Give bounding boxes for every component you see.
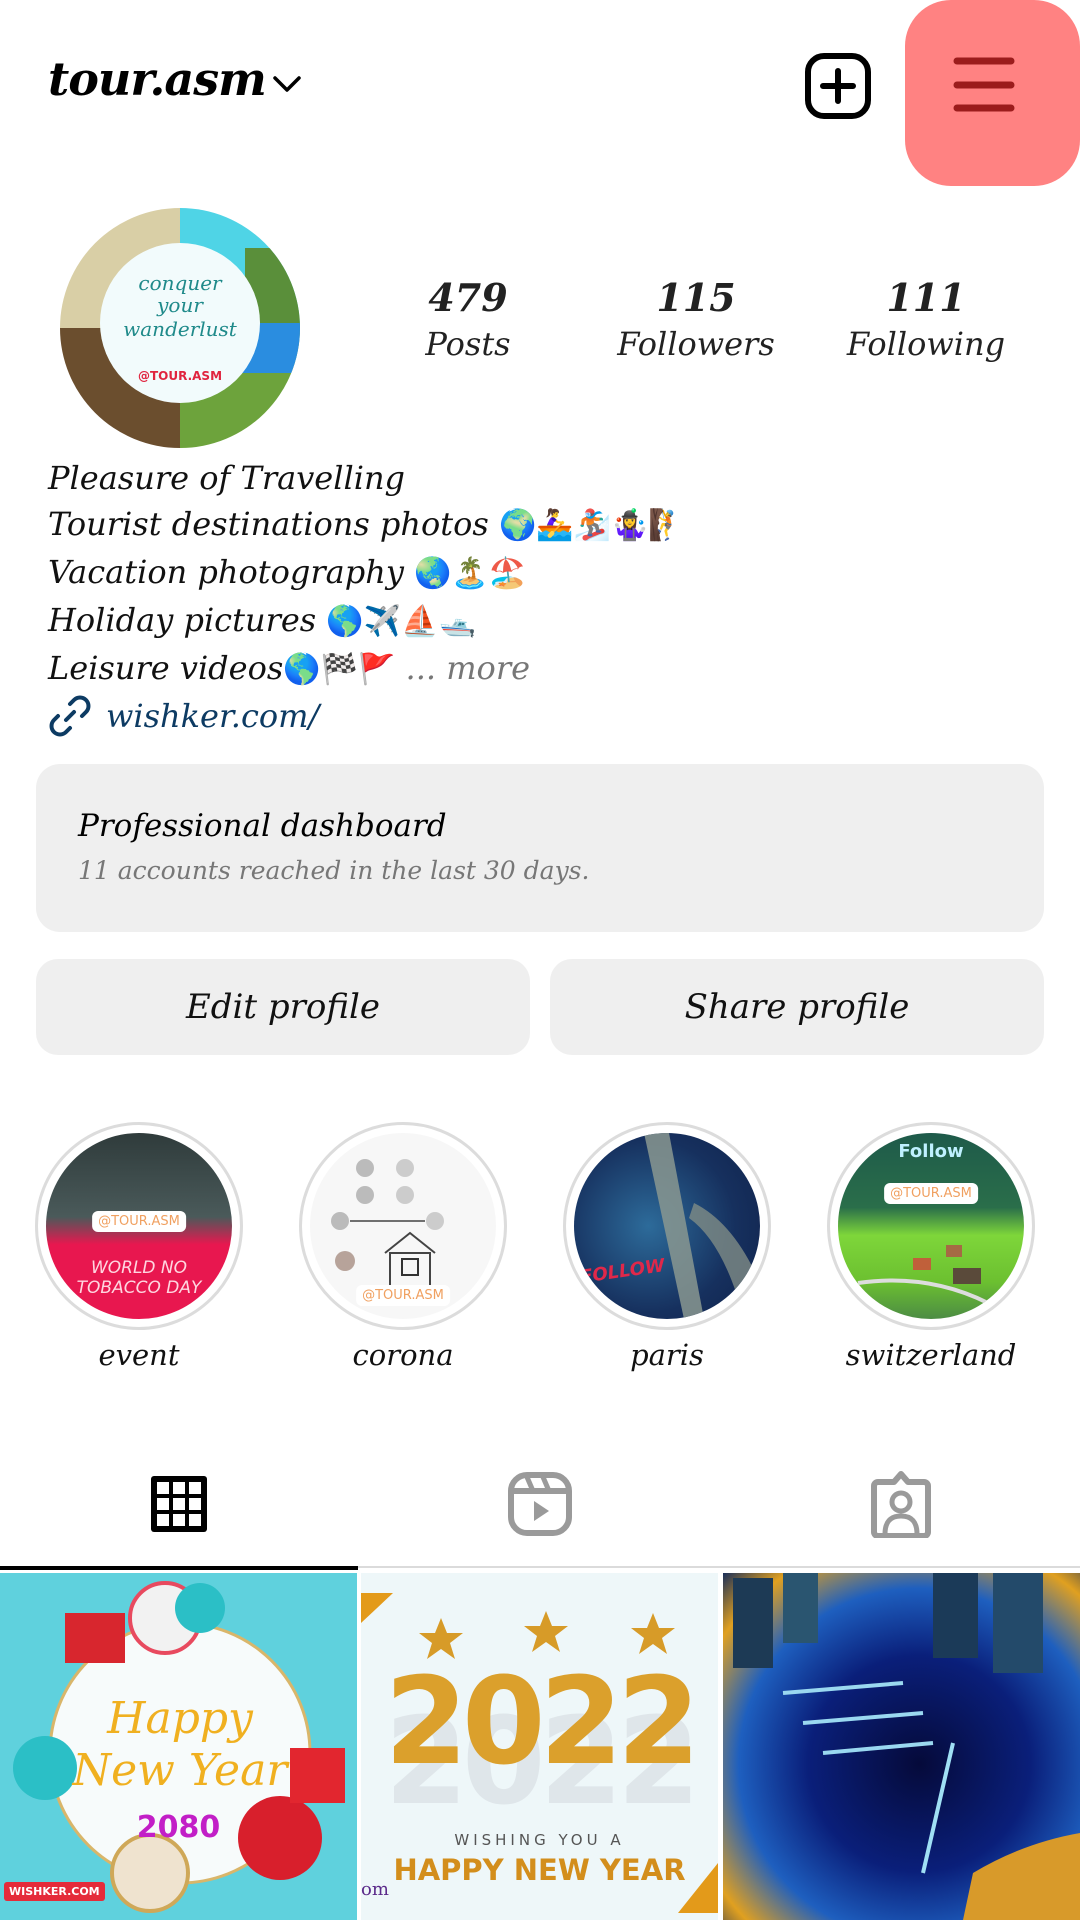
grid-icon	[151, 1476, 207, 1532]
link-icon	[49, 695, 91, 737]
website-link[interactable]: wishker.com/	[48, 693, 1048, 739]
bio-emoji: 🌏🏝️🏖️	[414, 556, 527, 591]
highlight-cover: FOLLOW	[574, 1133, 760, 1319]
highlight-event[interactable]: @TOUR.ASM WORLD NO TOBACCO DAY event	[34, 1122, 244, 1372]
svg-text:your: your	[156, 293, 204, 317]
bio-emoji: 🌎🏁🚩	[283, 652, 396, 687]
highlight-label: event	[98, 1338, 180, 1372]
bio-emoji: 🌍🚣‍♀️🏂🤹‍♀️🧗	[498, 508, 686, 543]
dashboard-title: Professional dashboard	[78, 808, 447, 844]
bio-line: Pleasure of Travelling	[48, 459, 406, 497]
post-thumbnail[interactable]: Happy New Year 2080 WISHKER.COM	[0, 1573, 357, 1920]
bio-line: Tourist destinations photos 🌍🚣‍♀️🏂🤹‍♀️🧗	[48, 505, 686, 543]
posts-count: 479	[428, 275, 508, 320]
stat-posts[interactable]: 479 Posts	[368, 276, 568, 368]
highlight-label: corona	[352, 1338, 454, 1372]
hamburger-menu-icon	[953, 57, 1015, 112]
bio-line: Leisure videos🌎🏁🚩 ... more	[48, 649, 531, 687]
reels-icon	[508, 1472, 572, 1536]
post-year: 2022	[384, 1653, 701, 1792]
account-username[interactable]: tour.asm	[48, 52, 267, 106]
tab-posts-grid[interactable]	[0, 1440, 358, 1570]
profile-bio: Pleasure of Travelling Tourist destinati…	[48, 455, 1048, 739]
svg-text:wanderlust: wanderlust	[123, 317, 238, 341]
top-bar: tour.asm	[0, 0, 1080, 186]
profile-tabs	[0, 1440, 1080, 1570]
highlight-label: paris	[630, 1338, 704, 1372]
edit-profile-button[interactable]: Edit profile	[36, 959, 530, 1055]
highlight-cover: @TOUR.ASM	[310, 1133, 496, 1319]
create-plus-icon[interactable]	[804, 52, 872, 120]
stat-followers[interactable]: 115 Followers	[596, 276, 796, 368]
following-count: 111	[886, 275, 966, 320]
bio-emoji: 🌎✈️⛵🛥️	[326, 604, 476, 639]
post-year: 2080	[136, 1810, 221, 1845]
highlight-cover: @TOUR.ASM WORLD NO TOBACCO DAY	[46, 1133, 232, 1319]
highlight-label: switzerland	[845, 1338, 1017, 1372]
bio-line: Holiday pictures 🌎✈️⛵🛥️	[48, 601, 476, 639]
highlight-cover: Follow @TOUR.ASM	[838, 1133, 1024, 1319]
stat-following[interactable]: 111 Following	[826, 276, 1026, 368]
post-thumbnail[interactable]	[723, 1573, 1080, 1920]
post-thumbnail[interactable]: 2022 WISHING YOU A HAPPY NEW YEAR om	[361, 1573, 718, 1920]
profile-avatar[interactable]: conquer your wanderlust @TOUR.ASM	[60, 208, 300, 448]
svg-text:@TOUR.ASM: @TOUR.ASM	[138, 369, 222, 383]
highlight-corona[interactable]: @TOUR.ASM corona	[298, 1122, 508, 1372]
highlight-paris[interactable]: FOLLOW paris	[562, 1122, 772, 1372]
bio-more-link[interactable]: ... more	[406, 649, 531, 687]
posts-label: Posts	[425, 325, 511, 363]
post-line2: HAPPY NEW YEAR	[393, 1853, 686, 1887]
professional-dashboard[interactable]: Professional dashboard 11 accounts reach…	[36, 764, 1044, 932]
avatar-text: conquer	[138, 271, 223, 295]
post-edge-text: om	[361, 1879, 389, 1900]
post-line1: WISHING YOU A	[454, 1831, 625, 1849]
bio-line: Vacation photography 🌏🏝️🏖️	[48, 553, 527, 591]
post-title: Happy New Year	[72, 1693, 288, 1796]
followers-label: Followers	[617, 325, 775, 363]
following-label: Following	[846, 325, 1006, 363]
dashboard-subtitle: 11 accounts reached in the last 30 days.	[78, 856, 590, 885]
tab-tagged[interactable]	[722, 1440, 1080, 1568]
chevron-down-icon[interactable]	[272, 72, 302, 96]
tab-reels[interactable]	[361, 1440, 719, 1568]
followers-count: 115	[656, 275, 736, 320]
highlight-switzerland[interactable]: Follow @TOUR.ASM switzerland	[826, 1122, 1036, 1372]
post-watermark: WISHKER.COM	[4, 1882, 105, 1901]
share-profile-button[interactable]: Share profile	[550, 959, 1044, 1055]
menu-button[interactable]	[905, 0, 1080, 186]
posts-grid: Happy New Year 2080 WISHKER.COM 2022 WIS…	[0, 1573, 1080, 1920]
website-url[interactable]: wishker.com/	[106, 693, 319, 739]
tagged-person-icon	[871, 1471, 931, 1538]
